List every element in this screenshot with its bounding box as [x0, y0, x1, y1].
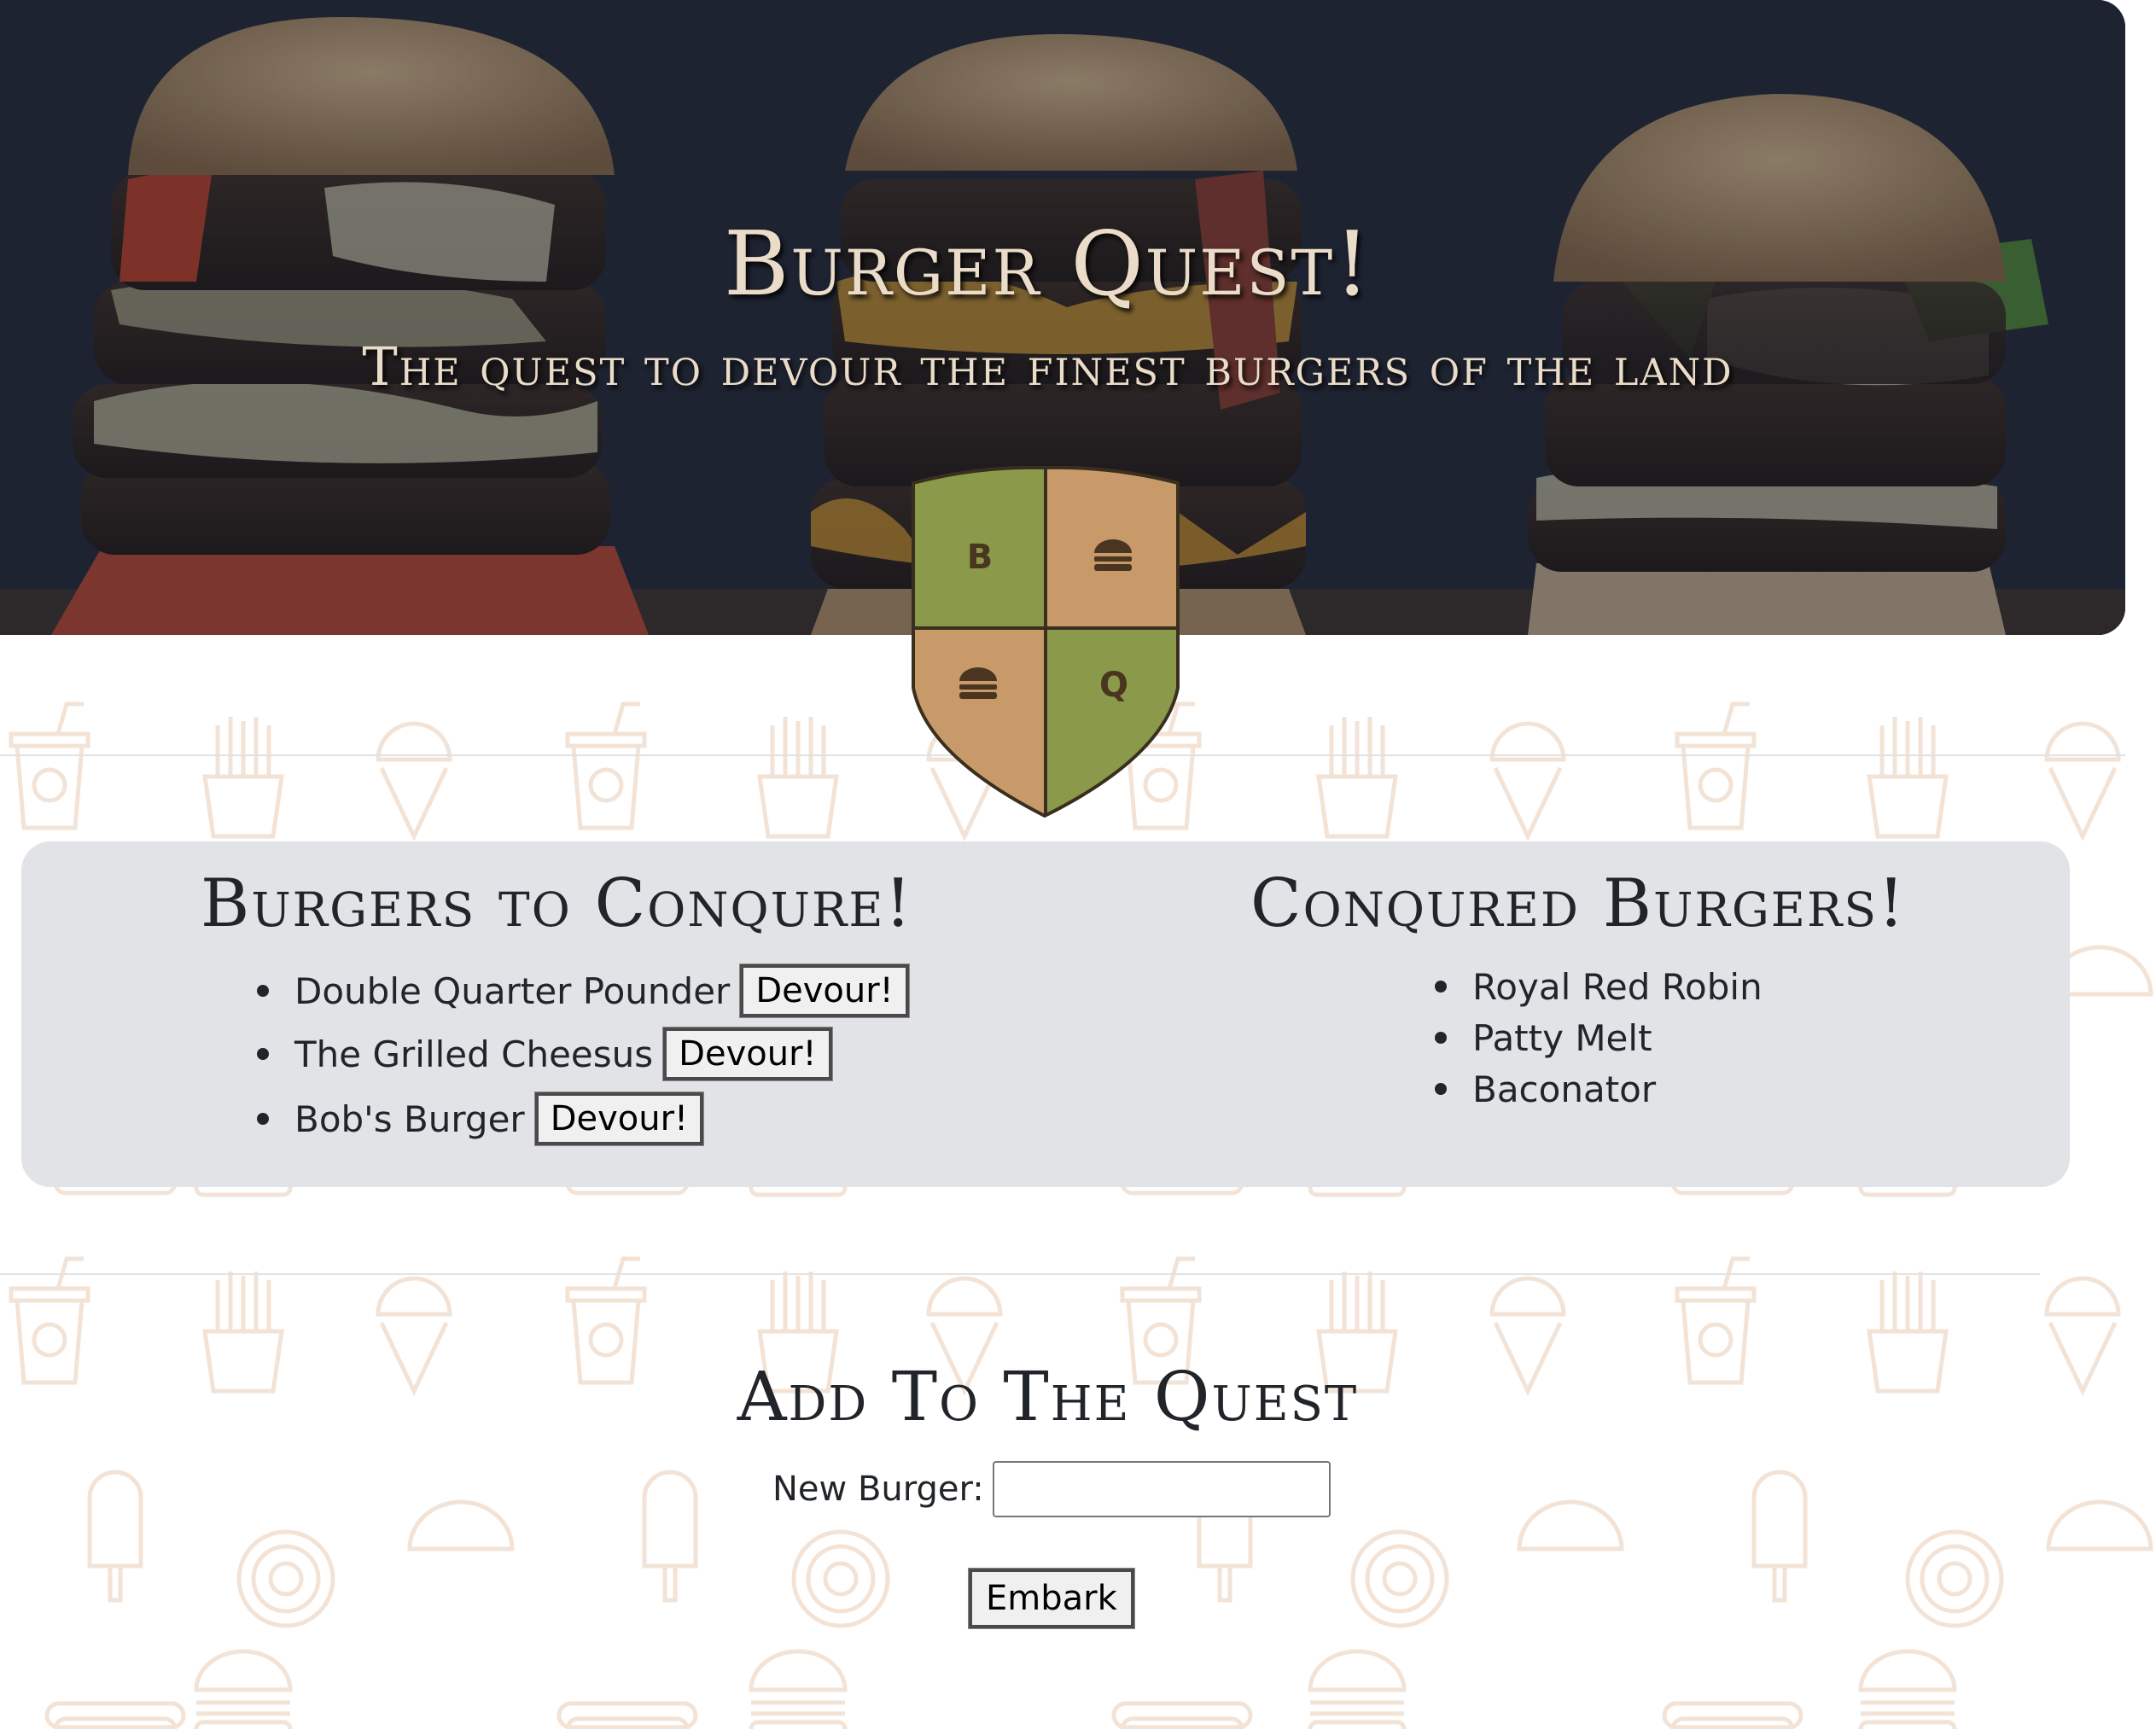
bullet	[257, 1048, 269, 1060]
conquered-heading: Conqured Burgers!	[1250, 865, 1907, 942]
list-item: The Grilled Cheesus Devour!	[257, 1024, 909, 1084]
site-subtitle: The quest to devour the finest burgers o…	[362, 335, 1734, 398]
bullet	[257, 1113, 269, 1125]
burger-name: Bob's Burger	[294, 1097, 525, 1140]
bullet	[1435, 1032, 1447, 1044]
devour-button[interactable]: Devour!	[533, 1092, 705, 1146]
devour-button[interactable]: Devour!	[662, 1027, 833, 1081]
devour-button[interactable]: Devour!	[739, 963, 910, 1018]
burger-name: Patty Melt	[1472, 1016, 1652, 1059]
burger-name: Royal Red Robin	[1472, 965, 1763, 1008]
list-item: Bob's Burger Devour!	[257, 1089, 909, 1149]
conquered-list: Royal Red Robin Patty Melt Baconator	[1435, 961, 1763, 1115]
bullet	[1435, 1083, 1447, 1095]
to-conquer-list: Double Quarter Pounder Devour! The Grill…	[257, 961, 910, 1149]
crest-letter-q: Q	[1099, 666, 1128, 705]
bullet	[1435, 981, 1447, 993]
burger-name: Baconator	[1472, 1068, 1657, 1110]
add-heading: Add To The Quest	[737, 1357, 1359, 1436]
new-burger-input[interactable]	[992, 1461, 1331, 1517]
new-burger-label: New Burger:	[772, 1470, 984, 1509]
burger-name: The Grilled Cheesus	[294, 1033, 654, 1075]
add-burger-form: New Burger:	[772, 1461, 1331, 1517]
site-title: Burger Quest!	[723, 212, 1372, 316]
burger-name: Double Quarter Pounder	[294, 969, 731, 1012]
burgers-panel: Burgers to Conqure! Double Quarter Pound…	[21, 841, 2070, 1187]
list-item: Baconator	[1435, 1063, 1763, 1115]
divider	[0, 1273, 2040, 1275]
crest-letter-b: B	[967, 538, 994, 577]
embark-button[interactable]: Embark	[968, 1568, 1135, 1629]
list-item: Patty Melt	[1435, 1012, 1763, 1063]
burger-quest-crest-logo: B Q	[912, 466, 1180, 818]
list-item: Double Quarter Pounder Devour!	[257, 961, 910, 1021]
bullet	[257, 985, 269, 997]
list-item: Royal Red Robin	[1435, 961, 1763, 1012]
to-conquer-heading: Burgers to Conqure!	[201, 865, 913, 942]
